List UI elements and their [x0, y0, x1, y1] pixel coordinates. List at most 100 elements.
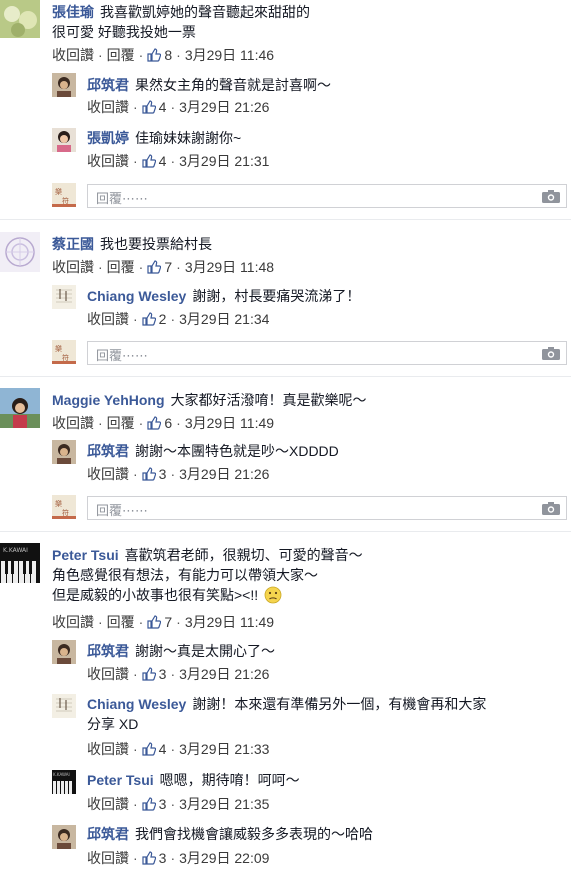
like-thumb-icon — [147, 416, 162, 430]
like-count[interactable]: 7 — [164, 614, 172, 630]
avatar[interactable]: K.KAWAI — [0, 543, 40, 583]
like-thumb-icon — [142, 100, 156, 114]
timestamp[interactable]: 3月29日 21:31 — [179, 153, 269, 169]
reply-input[interactable]: 回覆⋯⋯ — [87, 496, 567, 520]
avatar[interactable] — [0, 388, 40, 428]
unlike-link[interactable]: 收回讚 — [87, 311, 129, 327]
unlike-link[interactable]: 收回讚 — [87, 796, 129, 812]
comment-actions: 收回讚 · 4 · 3月29日 21:33 — [87, 741, 270, 757]
timestamp[interactable]: 3月29日 21:35 — [179, 796, 269, 812]
timestamp[interactable]: 3月29日 22:09 — [179, 850, 269, 866]
svg-text:樂: 樂 — [55, 344, 62, 353]
like-thumb-icon — [142, 851, 156, 865]
timestamp[interactable]: 3月29日 11:49 — [185, 415, 274, 431]
like-count[interactable]: 8 — [164, 47, 172, 63]
commenter-name[interactable]: 蔡正國 — [52, 236, 94, 252]
comment-actions: 收回讚 · 回覆 · 6 · 3月29日 11:49 — [52, 415, 275, 431]
reply-link[interactable]: 回覆 — [107, 47, 135, 63]
unlike-link[interactable]: 收回讚 — [87, 850, 129, 866]
timestamp[interactable]: 3月29日 11:49 — [185, 614, 274, 630]
like-count[interactable]: 4 — [159, 153, 167, 169]
reply-text: Chiang Wesley 謝謝！本來還有準備另外一個，有機會再和大家 分享 XD — [87, 696, 487, 732]
like-count[interactable]: 3 — [159, 850, 167, 866]
divider — [0, 531, 571, 532]
confused-emoji-icon — [264, 586, 282, 604]
avatar[interactable] — [52, 825, 76, 849]
commenter-name[interactable]: Peter Tsui — [52, 547, 119, 563]
comment-actions: 收回讚 · 3 · 3月29日 22:09 — [87, 850, 270, 866]
avatar[interactable] — [52, 285, 76, 309]
reply-link[interactable]: 回覆 — [107, 259, 135, 275]
camera-icon[interactable] — [542, 502, 560, 515]
commenter-name[interactable]: 張佳瑜 — [52, 4, 94, 20]
timestamp[interactable]: 3月29日 21:26 — [179, 666, 269, 682]
reply-input[interactable]: 回覆⋯⋯ — [87, 184, 567, 208]
like-count[interactable]: 6 — [164, 415, 172, 431]
timestamp[interactable]: 3月29日 21:26 — [179, 466, 269, 482]
commenter-name[interactable]: 邱筑君 — [87, 643, 129, 659]
comment-actions: 收回讚 · 4 · 3月29日 21:26 — [87, 99, 270, 115]
unlike-link[interactable]: 收回讚 — [52, 259, 94, 275]
comment-actions: 收回讚 · 回覆 · 8 · 3月29日 11:46 — [52, 47, 275, 63]
comment-actions: 收回讚 · 2 · 3月29日 21:34 — [87, 311, 270, 327]
commenter-name[interactable]: 張凱婷 — [87, 130, 129, 146]
svg-text:樂: 樂 — [55, 187, 62, 196]
avatar[interactable]: K.KAWAI — [52, 770, 76, 794]
commenter-name[interactable]: Chiang Wesley — [87, 288, 186, 304]
avatar[interactable] — [52, 128, 76, 152]
unlike-link[interactable]: 收回讚 — [87, 153, 129, 169]
unlike-link[interactable]: 收回讚 — [87, 666, 129, 682]
camera-icon[interactable] — [542, 347, 560, 360]
avatar[interactable] — [52, 640, 76, 664]
unlike-link[interactable]: 收回讚 — [87, 466, 129, 482]
timestamp[interactable]: 3月29日 21:33 — [179, 741, 269, 757]
commenter-name[interactable]: Peter Tsui — [87, 772, 154, 788]
svg-text:K.KAWAI: K.KAWAI — [53, 772, 70, 777]
reply-link[interactable]: 回覆 — [107, 614, 135, 630]
commenter-name[interactable]: 邱筑君 — [87, 826, 129, 842]
like-count[interactable]: 3 — [159, 796, 167, 812]
camera-icon[interactable] — [542, 190, 560, 203]
comment-thread: { "labels":{"reply_inline":"收回讚","reply"… — [0, 0, 571, 874]
avatar[interactable] — [52, 440, 76, 464]
comment-text: 張佳瑜 我喜歡凱婷她的聲音聽起來甜甜的 很可愛 好聽我投她一票 — [52, 4, 310, 40]
timestamp[interactable]: 3月29日 21:34 — [179, 311, 269, 327]
commenter-name[interactable]: 邱筑君 — [87, 77, 129, 93]
comment-text: 蔡正國 我也要投票給村長 — [52, 236, 212, 252]
like-count[interactable]: 4 — [159, 99, 167, 115]
unlike-link[interactable]: 收回讚 — [52, 415, 94, 431]
commenter-name[interactable]: Chiang Wesley — [87, 696, 186, 712]
timestamp[interactable]: 3月29日 21:26 — [179, 99, 269, 115]
like-count[interactable]: 3 — [159, 666, 167, 682]
avatar[interactable] — [52, 694, 76, 718]
like-thumb-icon — [142, 154, 156, 168]
like-count[interactable]: 3 — [159, 466, 167, 482]
like-count[interactable]: 7 — [164, 259, 172, 275]
comment-actions: 收回讚 · 回覆 · 7 · 3月29日 11:49 — [52, 614, 275, 630]
like-thumb-icon — [142, 467, 156, 481]
comment-actions: 收回讚 · 回覆 · 7 · 3月29日 11:48 — [52, 259, 275, 275]
like-count[interactable]: 4 — [159, 741, 167, 757]
comment-actions: 收回讚 · 3 · 3月29日 21:35 — [87, 796, 270, 812]
divider — [0, 376, 571, 377]
comment-text: Peter Tsui 喜歡筑君老師，很親切、可愛的聲音～ 角色感覺很有想法，有能力… — [52, 547, 363, 604]
commenter-name[interactable]: 邱筑君 — [87, 443, 129, 459]
comment-text: Maggie YehHong 大家都好活潑唷！真是歡樂呢～ — [52, 392, 367, 408]
unlike-link[interactable]: 收回讚 — [52, 47, 94, 63]
unlike-link[interactable]: 收回讚 — [52, 614, 94, 630]
timestamp[interactable]: 3月29日 11:48 — [185, 259, 274, 275]
unlike-link[interactable]: 收回讚 — [87, 741, 129, 757]
reply-text: 邱筑君 我們會找機會讓威毅多多表現的～哈哈 — [87, 826, 373, 842]
commenter-name[interactable]: Maggie YehHong — [52, 392, 165, 408]
reply-link[interactable]: 回覆 — [107, 415, 135, 431]
like-count[interactable]: 2 — [159, 311, 167, 327]
avatar[interactable] — [0, 232, 40, 272]
unlike-link[interactable]: 收回讚 — [87, 99, 129, 115]
svg-text:符: 符 — [62, 196, 69, 205]
timestamp[interactable]: 3月29日 11:46 — [185, 47, 274, 63]
like-thumb-icon — [147, 615, 162, 629]
reply-input[interactable]: 回覆⋯⋯ — [87, 341, 567, 365]
avatar[interactable] — [0, 0, 40, 38]
avatar[interactable] — [52, 73, 76, 97]
reply-text: 邱筑君 果然女主角的聲音就是討喜啊～ — [87, 77, 331, 93]
